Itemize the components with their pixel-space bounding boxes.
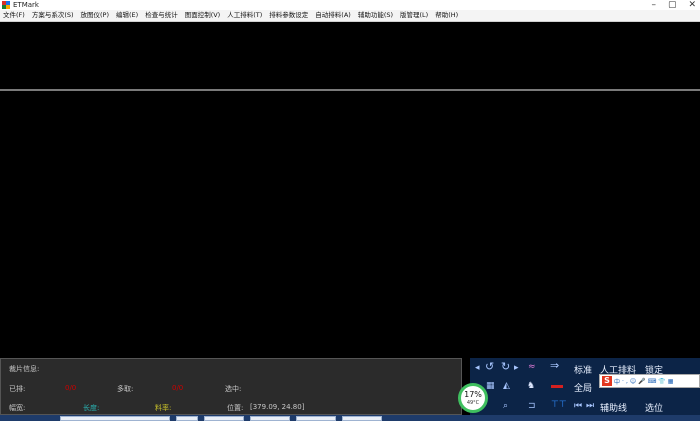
menu-plotter[interactable]: 放图仪(P) — [78, 10, 114, 21]
piece-info-panel: 裁片信息: 已排: 0/0 多取: 0/0 选中: 幅宽: 长度: 料率: 位置… — [0, 358, 462, 415]
ruler-icon[interactable]: ◭ — [503, 381, 510, 391]
layout-canvas[interactable] — [0, 91, 700, 358]
grid-icon[interactable]: ▦ — [486, 381, 495, 391]
menu-aux-functions[interactable]: 辅助功能(S) — [355, 10, 397, 21]
frame-icon[interactable]: ⊤⊤ — [551, 400, 567, 410]
standard-button[interactable]: 标准 — [574, 363, 592, 376]
flag-icon[interactable] — [551, 385, 563, 388]
ime-mode-icon[interactable]: 中 — [614, 377, 620, 386]
cattle-icon[interactable]: ♞ — [527, 381, 535, 391]
menu-layout-params[interactable]: 排料参数设定 — [266, 10, 312, 21]
taskbar-item[interactable] — [250, 416, 290, 421]
prev-arrow-icon[interactable]: ◂ — [475, 363, 480, 373]
rotate-left-icon[interactable]: ↺ — [485, 361, 494, 372]
arrow-right-icon[interactable]: ⇒ — [550, 360, 559, 371]
taskbar-item[interactable] — [296, 416, 336, 421]
width-label: 幅宽: — [9, 404, 26, 412]
aux-line-button[interactable]: 辅助线 — [600, 401, 627, 414]
extra-value: 0/0 — [172, 384, 184, 392]
selected-label: 选中: — [225, 385, 242, 393]
rotate-right-icon[interactable]: ↻ — [501, 361, 510, 372]
full-view-button[interactable]: 全局 — [574, 381, 592, 394]
menu-bar: 文件(F) 方案与系次(S) 放图仪(P) 编辑(E) 检查与统计 图面控制(V… — [0, 10, 700, 22]
menu-version-mgmt[interactable]: 版管理(L) — [397, 10, 432, 21]
taskbar-item[interactable] — [204, 416, 244, 421]
menu-manual-layout[interactable]: 人工排料(T) — [224, 10, 266, 21]
menu-auto-layout[interactable]: 自动排料(A) — [312, 10, 355, 21]
maximize-icon[interactable]: ▢ — [668, 0, 677, 10]
skip-start-icon[interactable]: ⏮ — [574, 401, 582, 411]
ime-emoji-icon[interactable]: ☺ — [630, 378, 636, 385]
window-title: ETMark — [13, 1, 39, 9]
ime-tools-icon[interactable]: ▦ — [668, 378, 674, 385]
rainbow-icon[interactable]: ≈ — [528, 362, 536, 372]
taskbar-item[interactable] — [342, 416, 382, 421]
menu-edit[interactable]: 编辑(E) — [113, 10, 142, 21]
menu-scheme[interactable]: 方案与系次(S) — [29, 10, 78, 21]
cpu-monitor-widget[interactable]: 17% 49°C — [458, 383, 488, 413]
skip-end-icon[interactable]: ⏭ — [586, 401, 594, 411]
pieces-panel[interactable] — [0, 22, 700, 91]
ime-comma-icon[interactable]: , — [626, 378, 628, 385]
done-value: 0/0 — [65, 384, 77, 392]
ime-toolbar[interactable]: S 中 · , ☺ 🎤 ⌨ 👕 ▦ — [599, 374, 700, 388]
sogou-logo-icon: S — [602, 376, 612, 386]
next-arrow-icon[interactable]: ▸ — [514, 363, 519, 373]
menu-file[interactable]: 文件(F) — [0, 10, 29, 21]
rate-label: 料率: — [155, 404, 172, 412]
info-heading: 裁片信息: — [9, 365, 40, 373]
cpu-percent: 17% — [464, 390, 482, 399]
menu-help[interactable]: 帮助(H) — [432, 10, 462, 21]
ime-keyboard-icon[interactable]: ⌨ — [648, 378, 657, 385]
app-icon — [2, 1, 10, 9]
close-icon[interactable]: ✕ — [688, 0, 696, 10]
menu-check-stats[interactable]: 检查与统计 — [142, 10, 182, 21]
length-label: 长度: — [83, 404, 100, 412]
taskbar-item[interactable] — [60, 416, 170, 421]
tag-icon[interactable]: ⊐ — [528, 401, 536, 411]
menu-view-control[interactable]: 图面控制(V) — [182, 10, 225, 21]
minimize-icon[interactable]: – — [651, 0, 656, 10]
ime-skin-icon[interactable]: 👕 — [658, 378, 665, 385]
zoom-icon[interactable]: ⌕ — [503, 401, 508, 411]
position-value: [379.09, 24.80] — [250, 403, 305, 411]
position-label: 位置: — [227, 404, 244, 412]
select-position-button[interactable]: 选位 — [645, 401, 663, 414]
taskbar-item[interactable] — [176, 416, 198, 421]
done-label: 已排: — [9, 385, 26, 393]
cpu-temp: 49°C — [466, 400, 480, 406]
ime-voice-icon[interactable]: 🎤 — [638, 378, 645, 385]
extra-label: 多取: — [117, 385, 134, 393]
ime-punct-icon[interactable]: · — [622, 378, 624, 385]
